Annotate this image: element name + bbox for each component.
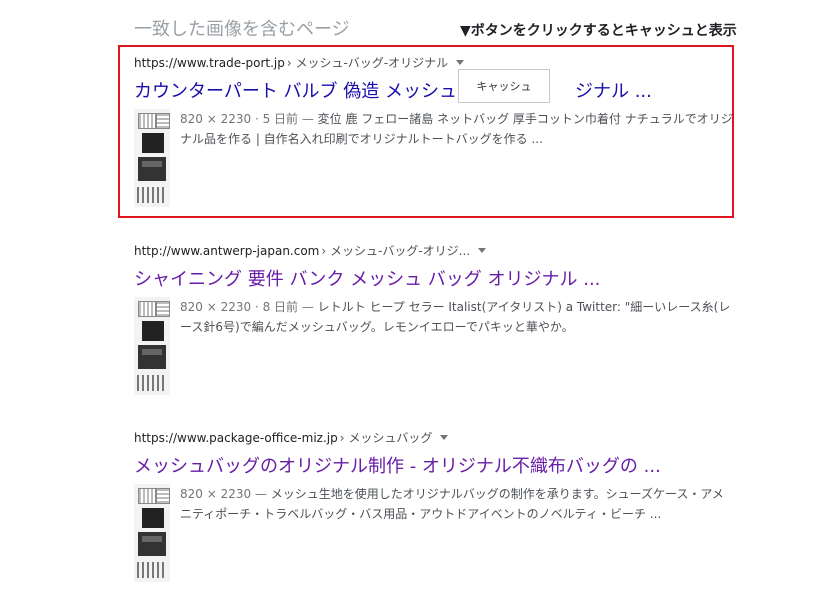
result-title-tail[interactable]: ジナル ... [575, 81, 652, 102]
result-domain[interactable]: https://www.package-office-miz.jp [134, 431, 338, 445]
result-title[interactable]: シャイニング 要件 バンク メッシュ バッグ オリジナル ... [134, 265, 734, 291]
result-url: https://www.trade-port.jp › メッシュ-バッグ-オリジ… [134, 54, 734, 71]
result-domain[interactable]: http://www.antwerp-japan.com [134, 244, 319, 258]
result-meta: 820 × 2230 · 5 日前 — [180, 112, 318, 126]
result-domain[interactable]: https://www.trade-port.jp [134, 56, 285, 70]
result-meta: 820 × 2230 · 8 日前 — [180, 300, 318, 314]
result-thumbnail[interactable] [134, 484, 170, 582]
chevron-down-icon[interactable] [478, 248, 487, 253]
result-path: › メッシュ-バッグ-オリジ... [321, 244, 471, 258]
result-thumbnail[interactable] [134, 109, 170, 207]
result-path: › メッシュバッグ [339, 431, 433, 445]
result-thumbnail[interactable] [134, 297, 170, 395]
instruction-note: ▼ボタンをクリックするとキャッシュと表示 [460, 23, 737, 39]
result-url: http://www.antwerp-japan.com › メッシュ-バッグ-… [134, 242, 734, 259]
result-meta: 820 × 2230 — [180, 487, 271, 501]
result-title[interactable]: カウンターパート バルブ 偽造 メッシュ ジナル ... [134, 77, 734, 103]
search-result: https://www.trade-port.jp › メッシュ-バッグ-オリジ… [134, 54, 734, 207]
result-snippet: 820 × 2230 — メッシュ生地を使用したオリジナルバッグの制作を承ります… [180, 484, 734, 582]
section-title: 一致した画像を含むページ [134, 19, 350, 40]
result-url: https://www.package-office-miz.jp › メッシュ… [134, 429, 734, 446]
result-snippet: 820 × 2230 · 8 日前 — レトルト ヒープ セラー Italist… [180, 297, 734, 395]
result-title-text[interactable]: カウンターパート バルブ 偽造 メッシュ [134, 81, 457, 102]
result-title[interactable]: メッシュバッグのオリジナル制作 - オリジナル不織布バッグの ... [134, 452, 734, 478]
chevron-down-icon[interactable] [456, 60, 465, 65]
search-result: https://www.package-office-miz.jp › メッシュ… [134, 429, 734, 582]
result-path: › メッシュ-バッグ-オリジナル [286, 56, 449, 70]
cache-button[interactable]: キャッシュ [458, 69, 550, 103]
result-snippet: 820 × 2230 · 5 日前 — 変位 鹿 フェロー諸島 ネットバッグ 厚… [180, 109, 734, 207]
chevron-down-icon[interactable] [440, 435, 449, 440]
search-result: http://www.antwerp-japan.com › メッシュ-バッグ-… [134, 242, 734, 395]
